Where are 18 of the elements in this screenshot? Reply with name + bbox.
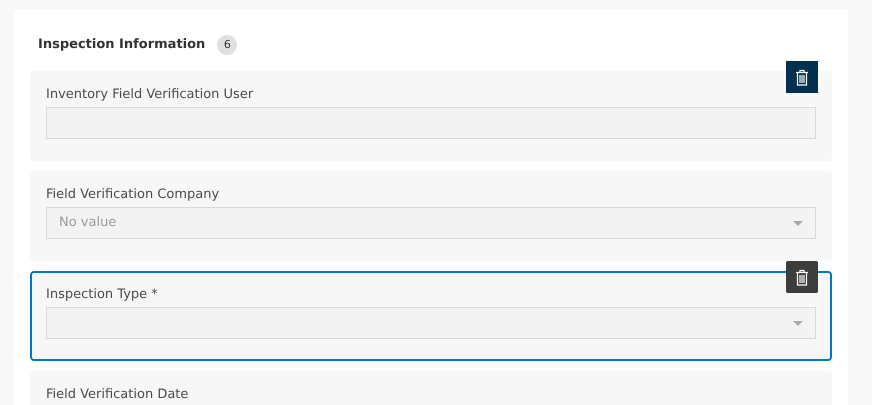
delete-button[interactable] bbox=[786, 261, 818, 293]
field-card[interactable]: Inspection Type * bbox=[30, 271, 832, 361]
section-title: Inspection Information bbox=[38, 36, 206, 54]
field-label: Field Verification Date bbox=[46, 386, 188, 403]
trash-icon bbox=[795, 68, 809, 86]
trash-icon bbox=[795, 268, 809, 286]
caret-icon bbox=[793, 320, 803, 326]
dropdown-field[interactable] bbox=[46, 307, 816, 339]
input-field[interactable] bbox=[46, 107, 816, 139]
field-label: Field Verification Company bbox=[46, 186, 220, 203]
caret-icon bbox=[793, 220, 803, 226]
field-card[interactable]: Inventory Field Verification User bbox=[30, 71, 832, 161]
count-badge: 6 bbox=[217, 35, 238, 55]
delete-button[interactable] bbox=[786, 61, 818, 93]
field-card[interactable]: Field Verification Date bbox=[30, 371, 832, 405]
field-label: Inventory Field Verification User bbox=[46, 86, 254, 103]
field-card[interactable]: Field Verification Company No value bbox=[30, 171, 832, 261]
field-label: Inspection Type * bbox=[46, 286, 158, 303]
